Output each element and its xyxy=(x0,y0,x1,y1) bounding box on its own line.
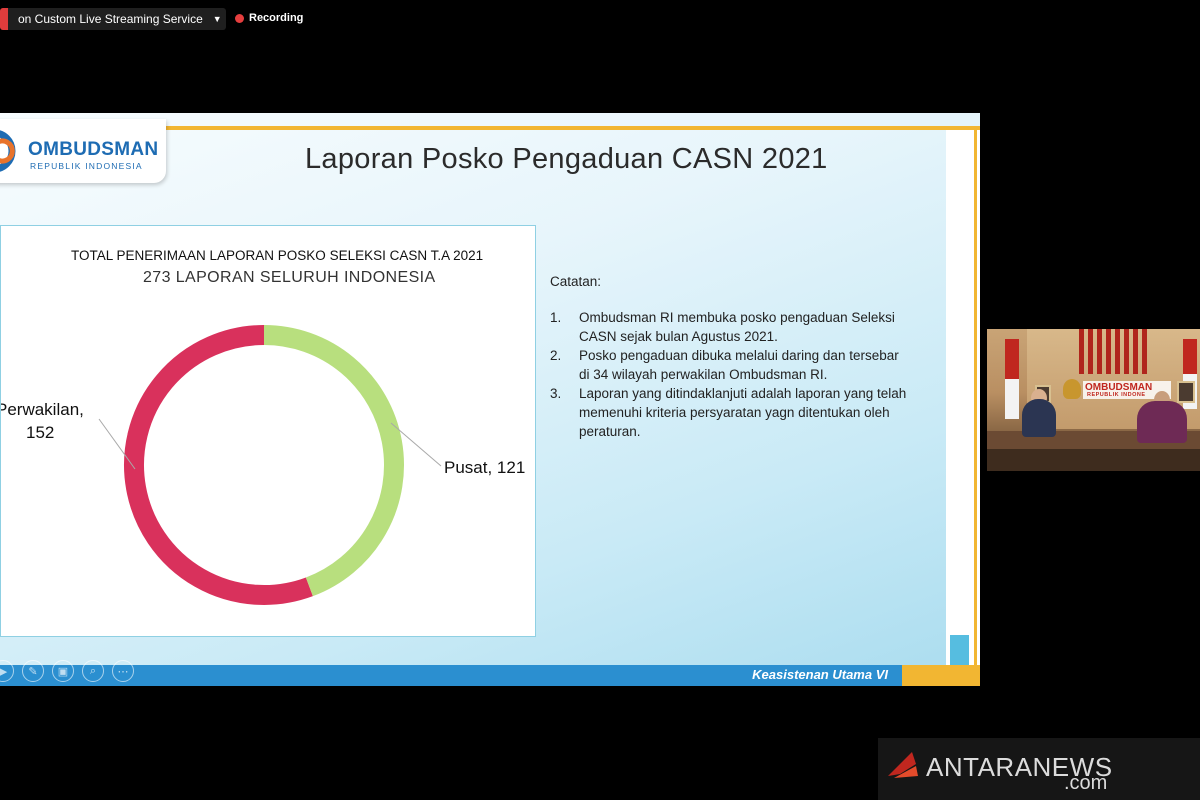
note-number: 1. xyxy=(550,310,562,325)
garuda-emblem-icon xyxy=(1063,379,1081,399)
ombudsman-logo-icon xyxy=(0,130,16,172)
notes-heading: Catatan: xyxy=(550,274,602,289)
note-number: 3. xyxy=(550,386,562,401)
screen-root: { "stream": { "title": "on Custom Live S… xyxy=(0,0,1200,800)
note-item: 2. Posko pengaduan dibuka melalui daring… xyxy=(550,346,910,384)
recording-status: Recording xyxy=(235,12,303,24)
logo-name: OMBUDSMAN xyxy=(28,139,159,160)
person-left xyxy=(1022,399,1056,437)
donut-slice-perwakilan xyxy=(124,325,313,605)
slide-top-divider xyxy=(165,126,980,130)
note-text: Posko pengaduan dibuka melalui daring da… xyxy=(579,348,899,382)
play-icon[interactable]: ▶ xyxy=(0,660,14,682)
more-icon[interactable]: ⋯ xyxy=(112,660,134,682)
slide-right-divider xyxy=(974,130,977,665)
recording-dot-icon xyxy=(235,13,244,23)
live-stream-dropdown[interactable]: on Custom Live Streaming Service ▼ xyxy=(0,8,226,30)
donut-slice-pusat xyxy=(263,325,404,597)
pen-icon[interactable]: ✎ xyxy=(22,660,44,682)
shared-slide: OMBUDSMAN REPUBLIK INDONESIA Laporan Pos… xyxy=(0,113,980,686)
presentation-controls: ▶ ✎ ▣ ⌕ ⋯ xyxy=(0,660,142,682)
chevron-down-icon[interactable]: ▼ xyxy=(213,14,222,24)
slide-title: Laporan Posko Pengaduan CASN 2021 xyxy=(305,143,828,175)
note-number: 2. xyxy=(550,348,562,363)
ombudsman-logo: OMBUDSMAN REPUBLIK INDONESIA xyxy=(0,119,166,183)
webcam-video: OMBUDSMAN REPUBLIK INDONE xyxy=(987,329,1200,471)
note-text: Ombudsman RI membuka posko pengaduan Sel… xyxy=(579,310,895,344)
donut-chart-panel: TOTAL PENERIMAAN LAPORAN POSKO SELEKSI C… xyxy=(0,225,536,637)
footer-label: Keasistenan Utama VI xyxy=(752,667,888,682)
recording-label: Recording xyxy=(249,12,304,24)
logo-subtitle: REPUBLIK INDONESIA xyxy=(30,161,143,171)
notes-block: Catatan: 1. Ombudsman RI membuka posko p… xyxy=(550,272,910,441)
zoom-icon[interactable]: ⌕ xyxy=(82,660,104,682)
donut-chart: Pusat, 121 Perwakilan, 152 xyxy=(1,325,525,605)
note-item: 3. Laporan yang ditindaklanjuti adalah l… xyxy=(550,384,910,441)
slides-icon[interactable]: ▣ xyxy=(52,660,74,682)
note-text: Laporan yang ditindaklanjuti adalah lapo… xyxy=(579,386,907,439)
footer-accent xyxy=(902,665,980,686)
data-label-pusat: Pusat, 121 xyxy=(444,458,525,477)
data-label-perwakilan-value: 152 xyxy=(26,423,54,442)
antaranews-watermark: ANTARANEWS .com xyxy=(878,738,1200,800)
cam-wall-decoration xyxy=(1079,329,1151,374)
live-stream-title: on Custom Live Streaming Service xyxy=(18,12,203,26)
antara-logo-icon xyxy=(888,752,918,778)
cam-floor xyxy=(987,449,1200,471)
person-right xyxy=(1137,401,1187,443)
data-label-perwakilan: Perwakilan, xyxy=(1,400,84,419)
watermark-suffix: .com xyxy=(1064,772,1108,794)
slide-scroll-marker xyxy=(950,635,969,665)
live-indicator xyxy=(0,8,8,30)
cam-sign-subtext: REPUBLIK INDONE xyxy=(1087,392,1146,398)
portrait-frame xyxy=(1177,381,1195,403)
flag-icon xyxy=(1005,339,1019,419)
note-item: 1. Ombudsman RI membuka posko pengaduan … xyxy=(550,308,910,346)
